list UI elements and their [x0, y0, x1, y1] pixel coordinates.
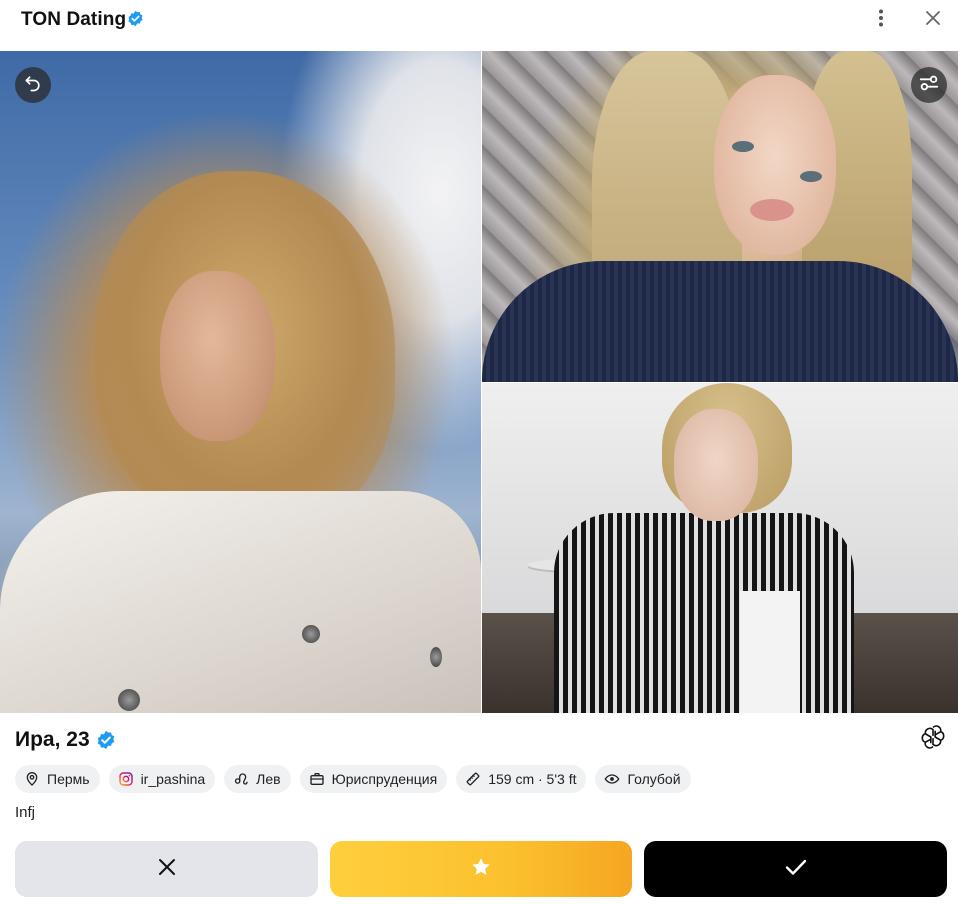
x-icon — [158, 858, 176, 881]
instagram-icon — [118, 771, 134, 787]
like-button[interactable] — [644, 841, 947, 897]
tag-profession-label: Юриспруденция — [331, 771, 438, 787]
profile-photo-3[interactable] — [482, 383, 958, 713]
tag-zodiac-label: Лев — [256, 771, 281, 787]
check-icon — [785, 858, 807, 881]
tag-city: Пермь — [15, 765, 100, 793]
ruler-icon — [465, 771, 481, 787]
tag-instagram[interactable]: ir_pashina — [108, 765, 216, 793]
more-vertical-icon — [878, 9, 884, 32]
verified-badge-icon — [127, 10, 144, 27]
undo-icon — [23, 73, 43, 98]
close-button[interactable] — [920, 8, 946, 32]
profile-photo-main[interactable] — [0, 51, 481, 713]
tag-eye-color-label: Голубой — [627, 771, 681, 787]
undo-button[interactable] — [15, 67, 51, 103]
dislike-button[interactable] — [15, 841, 318, 897]
close-icon — [926, 10, 940, 30]
superlike-button[interactable] — [330, 841, 632, 897]
eye-icon — [604, 771, 620, 787]
briefcase-icon — [309, 771, 325, 787]
app-header: TON Dating — [0, 0, 958, 40]
tag-instagram-label: ir_pashina — [140, 771, 206, 787]
tag-zodiac: Лев — [224, 765, 291, 793]
profile-tags: Пермь ir_pashina Лев Юриспруденция 159 c… — [15, 765, 691, 793]
verified-badge-icon — [96, 730, 116, 750]
filter-settings-icon — [918, 72, 940, 99]
tag-height: 159 cm · 5'3 ft — [456, 765, 587, 793]
profile-name: Ира, 23 — [15, 728, 90, 751]
ai-assistant-button[interactable] — [919, 724, 947, 755]
star-icon — [470, 856, 492, 883]
profile-name-row: Ира, 23 — [15, 726, 116, 754]
more-options-button[interactable] — [868, 8, 894, 32]
tag-city-label: Пермь — [47, 771, 90, 787]
filter-button[interactable] — [911, 67, 947, 103]
openai-icon — [920, 724, 946, 755]
photo-gallery — [0, 51, 958, 713]
location-pin-icon — [24, 771, 40, 787]
profile-photo-2[interactable] — [482, 51, 958, 382]
leo-zodiac-icon — [233, 771, 249, 787]
profile-bio: Infj — [15, 804, 36, 821]
tag-profession: Юриспруденция — [299, 765, 448, 793]
app-title: TON Dating — [21, 9, 127, 30]
tag-eye-color: Голубой — [595, 765, 691, 793]
tag-height-label: 159 cm · 5'3 ft — [488, 771, 577, 787]
